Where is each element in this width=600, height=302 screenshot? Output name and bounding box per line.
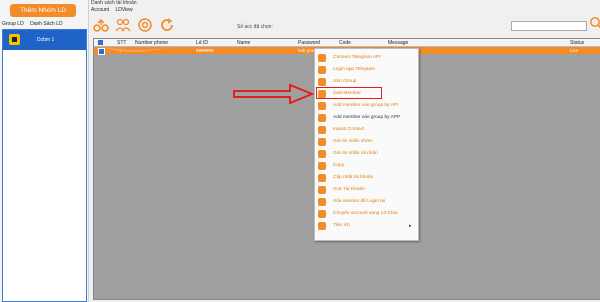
column-header[interactable]: Password bbox=[298, 40, 320, 46]
group-icon bbox=[318, 78, 326, 86]
copy-icon bbox=[318, 162, 326, 170]
menu-item-label: Chuyển account sang LD khác bbox=[333, 211, 399, 216]
utility-icon bbox=[318, 222, 326, 230]
row-status: Live bbox=[570, 48, 579, 53]
tab-group-ld[interactable]: Group LD bbox=[2, 21, 24, 27]
link-icon bbox=[318, 54, 326, 62]
menu-item-out-member[interactable]: Outt Member bbox=[315, 88, 418, 99]
context-menu: Connect Telegram API Login app Telegram … bbox=[314, 48, 419, 241]
session-icon bbox=[318, 198, 326, 206]
menu-item-clear-session[interactable]: Xóa session để Login lại bbox=[315, 196, 418, 207]
menu-item-import-contact[interactable]: Import Contact bbox=[315, 124, 418, 135]
transfer-icon bbox=[318, 210, 326, 218]
add-user-icon bbox=[318, 102, 326, 110]
emulator-icon bbox=[9, 34, 20, 45]
right-tabs: Account LDView bbox=[91, 7, 138, 13]
left-panel: Thêm Nhóm LD Group LD Danh Sách LD Dzbm … bbox=[0, 0, 89, 302]
column-header[interactable]: Name bbox=[237, 40, 250, 46]
menu-item-connect-api[interactable]: Connect Telegram API bbox=[315, 52, 418, 63]
page-title: Danh sách tài khoản bbox=[91, 0, 137, 6]
search-icon[interactable] bbox=[589, 16, 600, 30]
menu-item-send-group-message[interactable]: Gửi tin nhắn nhóm bbox=[315, 136, 418, 147]
left-tabs: Group LD Danh Sách LD bbox=[2, 21, 68, 27]
annotation-arrow-icon bbox=[233, 83, 314, 105]
menu-item-update-account[interactable]: Cập nhật tài khoản bbox=[315, 172, 418, 183]
menu-item-join-group[interactable]: Join Group bbox=[315, 76, 418, 87]
group-list: Dzbm 1 bbox=[2, 29, 87, 302]
send-icon bbox=[318, 138, 326, 146]
menu-item-label: Outt Member bbox=[333, 91, 361, 96]
menu-item-utilities[interactable]: Tiện ích ▸ bbox=[315, 220, 418, 231]
menu-item-copy[interactable]: Copy bbox=[315, 160, 418, 171]
group-item[interactable]: Dzbm 1 bbox=[3, 30, 86, 50]
menu-item-label: Import Contact bbox=[333, 127, 365, 132]
menu-item-label: Add member vào group by APP bbox=[333, 115, 401, 120]
exit-icon bbox=[318, 90, 326, 98]
menu-item-send-private-message[interactable]: Gửi tin nhắn cá nhân bbox=[315, 148, 418, 159]
tab-account[interactable]: Account bbox=[91, 7, 109, 13]
menu-item-label: Gửi tin nhắn cá nhân bbox=[333, 151, 378, 156]
menu-item-add-member-app[interactable]: Add member vào group by APP bbox=[315, 112, 418, 123]
menu-item-login-app[interactable]: Login app Telegram bbox=[315, 64, 418, 75]
settings-icon[interactable] bbox=[137, 17, 153, 33]
menu-item-add-member-api[interactable]: Add member vào group by API bbox=[315, 100, 418, 111]
menu-item-label: Copy bbox=[333, 163, 345, 168]
column-header[interactable]: Code bbox=[339, 40, 351, 46]
menu-item-label: Xóa session để Login lại bbox=[333, 199, 386, 204]
search-input[interactable] bbox=[511, 21, 587, 31]
contact-icon bbox=[318, 126, 326, 134]
menu-item-label: Login app Telegram bbox=[333, 67, 376, 72]
menu-item-label: Connect Telegram API bbox=[333, 55, 381, 60]
column-header[interactable]: Ld ID bbox=[196, 40, 208, 46]
menu-item-delete-account[interactable]: Xoá Tài Khoản bbox=[315, 184, 418, 195]
selected-account-count: Số acc đã chọn: bbox=[237, 24, 273, 30]
toolbar: Số acc đã chọn: bbox=[89, 14, 600, 38]
delete-icon bbox=[318, 186, 326, 194]
tab-ldview[interactable]: LDView bbox=[115, 7, 132, 13]
refresh-icon[interactable] bbox=[159, 17, 175, 33]
connect-icon[interactable] bbox=[93, 17, 109, 33]
column-header[interactable]: Status bbox=[570, 40, 584, 46]
menu-item-label: Add member vào group by API bbox=[333, 103, 399, 108]
submenu-arrow-icon: ▸ bbox=[409, 223, 412, 229]
menu-item-label: Cập nhật tài khoản bbox=[333, 175, 374, 180]
send-icon bbox=[318, 150, 326, 158]
login-icon bbox=[318, 66, 326, 74]
column-header[interactable]: Message bbox=[388, 40, 408, 46]
add-user-icon bbox=[318, 114, 326, 122]
menu-item-transfer-account[interactable]: Chuyển account sang LD khác bbox=[315, 208, 418, 219]
group-item-label: Dzbm 1 bbox=[37, 37, 55, 43]
menu-item-label: Tiện ích bbox=[333, 223, 350, 228]
add-group-button[interactable]: Thêm Nhóm LD bbox=[10, 4, 76, 17]
users-icon[interactable] bbox=[115, 17, 131, 33]
redaction-mark bbox=[102, 47, 170, 52]
row-ldid: 9999999 bbox=[196, 48, 214, 53]
menu-item-label: Xoá Tài Khoản bbox=[333, 187, 365, 192]
menu-item-label: Gửi tin nhắn nhóm bbox=[333, 139, 373, 144]
tab-ld-list[interactable]: Danh Sách LD bbox=[30, 21, 63, 27]
update-icon bbox=[318, 174, 326, 182]
menu-item-label: Join Group bbox=[333, 79, 357, 84]
